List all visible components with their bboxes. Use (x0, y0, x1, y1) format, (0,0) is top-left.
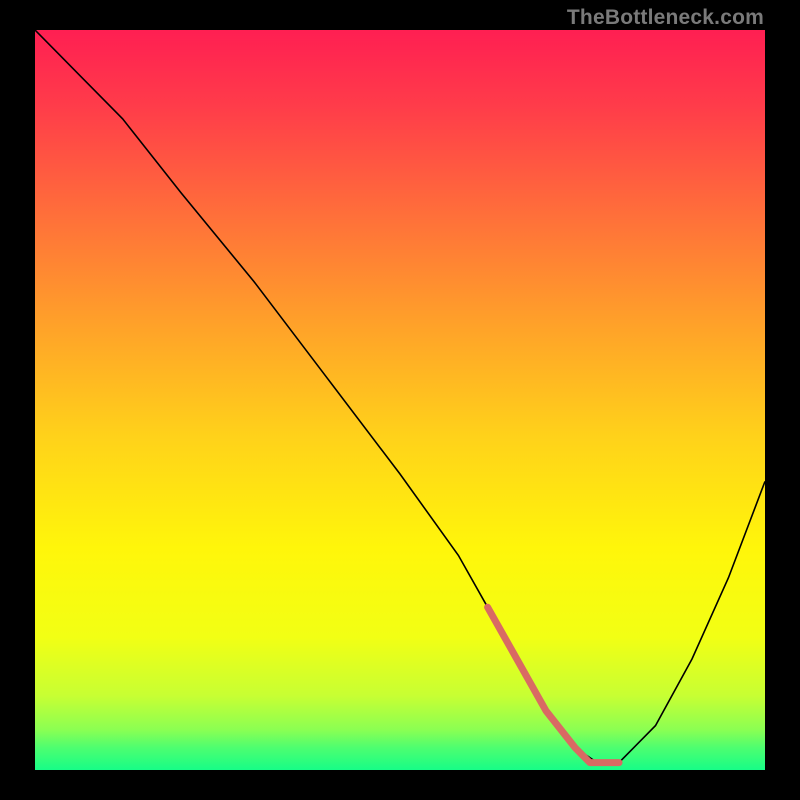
plot-area (35, 30, 765, 770)
watermark-text: TheBottleneck.com (567, 6, 764, 30)
gradient-background (35, 30, 765, 770)
chart-svg (35, 30, 765, 770)
chart-frame: TheBottleneck.com (0, 0, 800, 800)
